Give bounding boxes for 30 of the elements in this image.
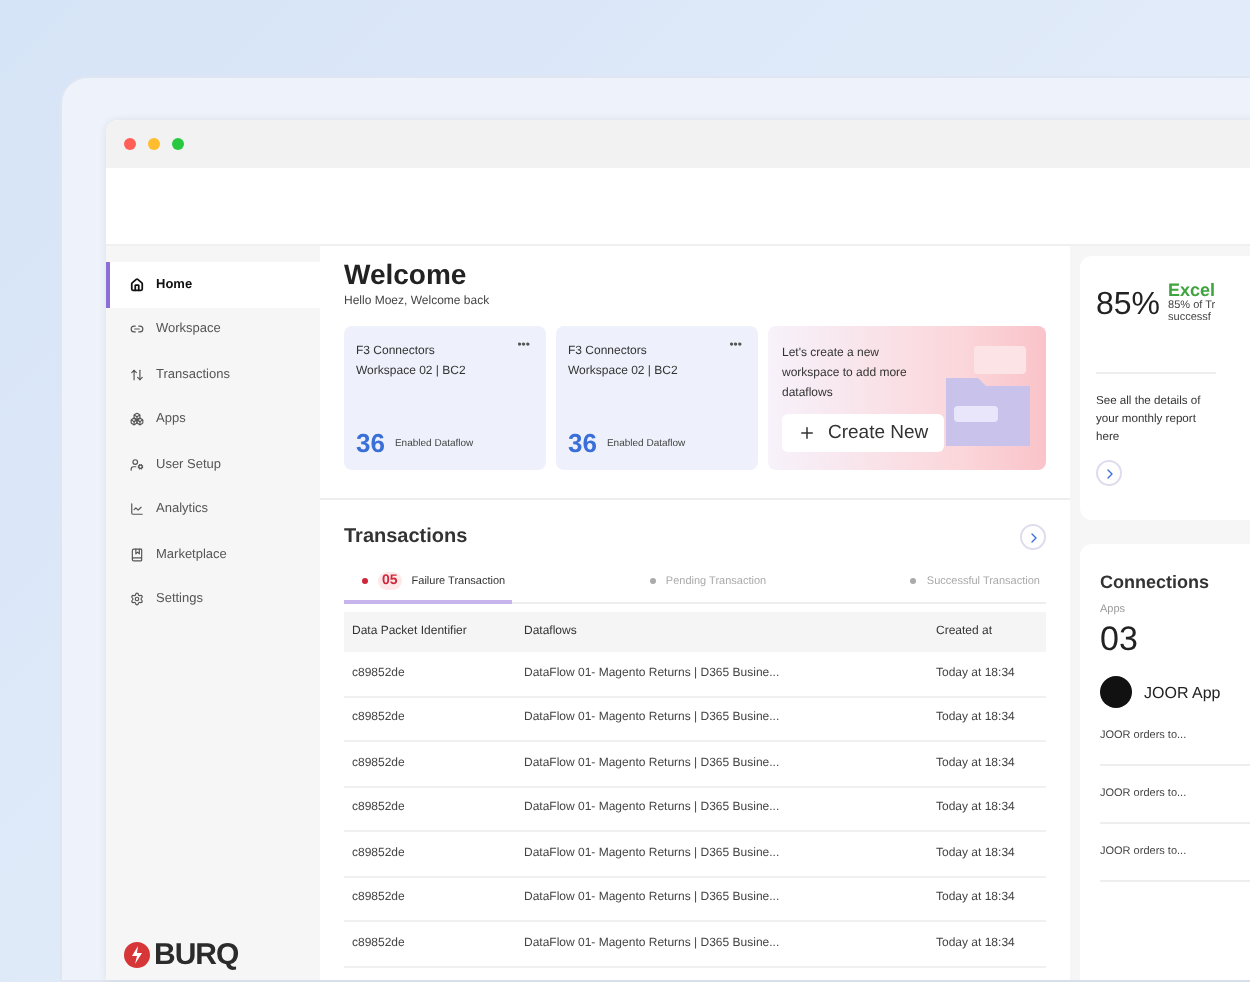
nav-icon [130, 547, 144, 562]
nav-icon [130, 277, 144, 292]
status-dot-icon [910, 578, 917, 584]
next-button[interactable] [1096, 460, 1122, 486]
maximize-dot-icon[interactable] [172, 138, 184, 150]
minimize-dot-icon[interactable] [148, 138, 160, 150]
nav-icon [130, 367, 144, 382]
apps-count: 03 [1100, 620, 1140, 660]
close-dot-icon[interactable] [124, 138, 136, 150]
nav-icon [130, 502, 144, 517]
dataflow-count: 36 [568, 428, 597, 458]
percent-value: 85% [1096, 288, 1161, 324]
next-button[interactable] [1020, 524, 1046, 550]
transactions-title: Transactions [344, 526, 468, 548]
plus-icon [798, 424, 816, 442]
dataflow-count: 36 [356, 428, 385, 458]
rating-text: Excel [1168, 280, 1216, 300]
status-dot-icon [649, 578, 656, 584]
logo-text: BURQ [154, 938, 239, 972]
logo-icon [124, 942, 150, 968]
app-logo-icon [1100, 676, 1132, 708]
nav-icon [130, 322, 144, 337]
nav-icon [130, 457, 144, 472]
nav-icon [130, 592, 144, 607]
connections-title: Connections [1100, 572, 1212, 592]
nav-icon [130, 412, 144, 427]
create-new-button[interactable]: Create New [782, 414, 945, 452]
status-dot-icon [362, 578, 368, 584]
app-name: JOOR App [1144, 683, 1221, 701]
welcome-title: Welcome [344, 258, 469, 290]
